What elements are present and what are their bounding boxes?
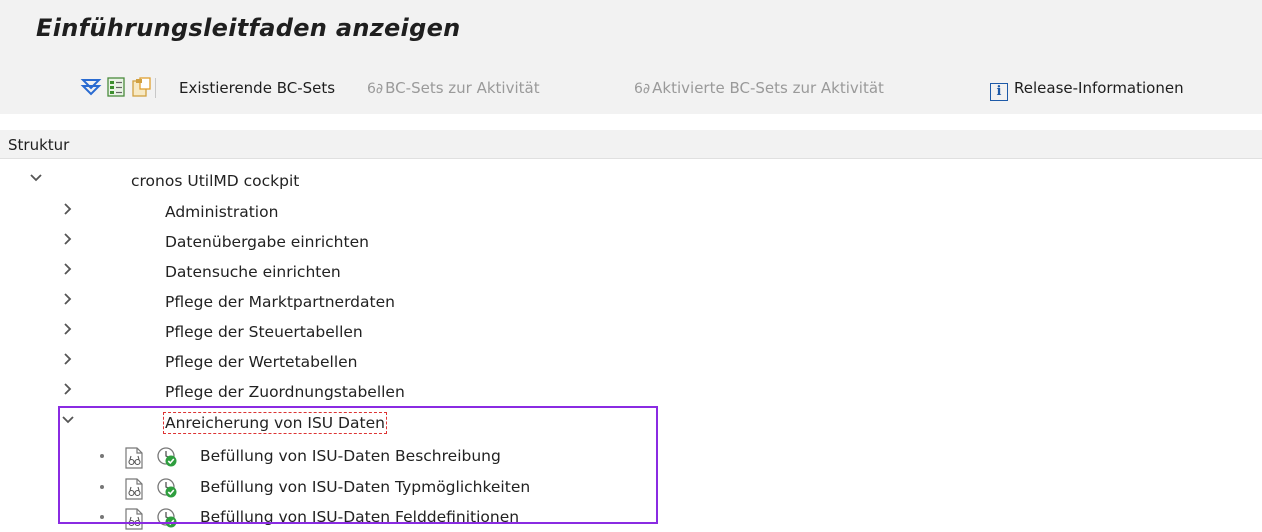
tree-activity-label: Befüllung von ISU-Daten Typmöglichkeiten — [200, 478, 531, 496]
activated-bc-sets-label: Aktivierte BC-Sets zur Aktivität — [652, 79, 884, 97]
chevron-down-icon[interactable] — [28, 170, 44, 186]
documentation-icon[interactable] — [124, 508, 144, 530]
document-tree-icon[interactable] — [106, 76, 128, 98]
tree-item[interactable]: Pflege der Steuertabellen — [0, 317, 1262, 347]
tree-root-node[interactable]: cronos UtilMD cockpit — [0, 166, 1262, 196]
tree-item[interactable]: Administration — [0, 197, 1262, 227]
chevron-right-icon[interactable] — [60, 381, 76, 397]
application-toolbar: Existierende BC-Sets 6∂ BC-Sets zur Aktiv… — [0, 62, 1262, 114]
chevron-down-icon[interactable] — [60, 412, 76, 428]
structure-header-label: Struktur — [8, 136, 70, 154]
release-information-label: Release-Informationen — [1014, 79, 1184, 97]
tree-activity[interactable]: Befüllung von ISU-Daten Beschreibung — [0, 441, 1262, 471]
tree-item-label: Administration — [165, 203, 279, 221]
tree-item-label: Pflege der Wertetabellen — [165, 353, 358, 371]
existing-bc-sets-button[interactable]: Existierende BC-Sets — [179, 79, 335, 97]
title-bar: Einführungsleitfaden anzeigen — [0, 0, 1262, 62]
glasses-icon: 6∂ — [634, 81, 651, 97]
info-icon: i — [990, 83, 1008, 101]
bullet-icon — [100, 454, 104, 458]
spacer — [0, 114, 1262, 130]
tree-item-label: Datensuche einrichten — [165, 263, 341, 281]
tree-activity[interactable]: Befüllung von ISU-Daten Felddefinitionen — [0, 502, 1262, 532]
tree-activity-label: Befüllung von ISU-Daten Felddefinitionen — [200, 508, 520, 526]
documentation-icon[interactable] — [124, 447, 144, 469]
tree-item[interactable]: Pflege der Zuordnungstabellen — [0, 377, 1262, 407]
tree-root-label: cronos UtilMD cockpit — [131, 172, 300, 190]
tree-item[interactable]: Datenübergabe einrichten — [0, 227, 1262, 257]
tree-item[interactable]: Pflege der Wertetabellen — [0, 347, 1262, 377]
tree-activity-label: Befüllung von ISU-Daten Beschreibung — [200, 447, 501, 465]
execute-activity-icon[interactable] — [156, 446, 178, 468]
tree-expanded-label: Anreicherung von ISU Daten — [163, 412, 387, 434]
tree-item[interactable]: Datensuche einrichten — [0, 257, 1262, 287]
tree-item[interactable]: Pflege der Marktpartnerdaten — [0, 287, 1262, 317]
clipboard-icon[interactable] — [130, 76, 152, 98]
documentation-icon[interactable] — [124, 478, 144, 500]
chevron-right-icon[interactable] — [60, 291, 76, 307]
tree-item-label: Pflege der Zuordnungstabellen — [165, 383, 405, 401]
toolbar-separator — [155, 78, 156, 98]
chevron-right-icon[interactable] — [60, 351, 76, 367]
chevron-right-icon[interactable] — [60, 321, 76, 337]
bc-sets-activity-label: BC-Sets zur Aktivität — [385, 79, 540, 97]
chevron-right-icon[interactable] — [60, 231, 76, 247]
bullet-icon — [100, 485, 104, 489]
page-title: Einführungsleitfaden anzeigen — [36, 14, 461, 42]
bullet-icon — [100, 515, 104, 519]
chevron-right-icon[interactable] — [60, 261, 76, 277]
tree-activity[interactable]: Befüllung von ISU-Daten Typmöglichkeiten — [0, 472, 1262, 502]
bc-sets-activity-button[interactable]: 6∂ BC-Sets zur Aktivität — [367, 79, 540, 98]
tree-expanded-node[interactable]: Anreicherung von ISU Daten — [0, 408, 1262, 438]
tree-item-label: Pflege der Steuertabellen — [165, 323, 363, 341]
activated-bc-sets-button[interactable]: 6∂ Aktivierte BC-Sets zur Aktivität — [634, 79, 884, 98]
tree-item-label: Pflege der Marktpartnerdaten — [165, 293, 395, 311]
filter-expand-icon[interactable] — [80, 76, 102, 98]
execute-activity-icon[interactable] — [156, 507, 178, 529]
chevron-right-icon[interactable] — [60, 201, 76, 217]
execute-activity-icon[interactable] — [156, 477, 178, 499]
structure-column-header: Struktur — [0, 130, 1262, 159]
glasses-icon: 6∂ — [367, 81, 384, 97]
release-information-button[interactable]: i Release-Informationen — [990, 79, 1184, 101]
tree-item-label: Datenübergabe einrichten — [165, 233, 369, 251]
